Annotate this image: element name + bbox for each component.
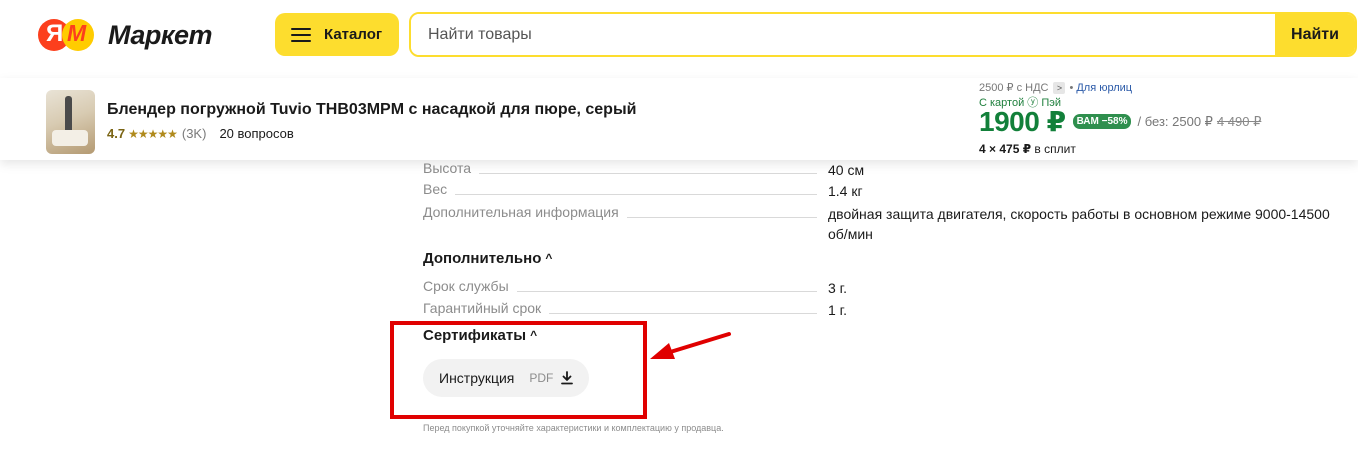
rating-value: 4.7 <box>107 126 126 141</box>
rating-row: 4.7 ★★★★★ (3K) 20 вопросов <box>107 126 294 141</box>
discount-badge: ВАМ −58% <box>1072 114 1132 129</box>
chevron-up-icon: ^ <box>545 250 553 265</box>
catalog-label: Каталог <box>324 26 383 43</box>
product-thumbnail[interactable] <box>46 90 95 154</box>
spec-leader-line <box>423 173 817 174</box>
vat-price: 2500 ₽ с НДС <box>979 82 1049 94</box>
spec-row-extra-info: Дополнительная информация двойная защита… <box>423 204 1333 244</box>
vat-price-line: 2500 ₽ с НДС > • Для юрлиц <box>979 81 1132 94</box>
spec-label: Гарантийный срок <box>423 300 550 316</box>
spec-value: 1.4 кг <box>828 183 863 199</box>
spec-row-height: Высота 40 см <box>423 160 1333 180</box>
yandex-market-logo[interactable]: Я М Маркет <box>38 17 213 53</box>
split-label: в сплит <box>1034 142 1076 156</box>
catalog-button[interactable]: Каталог <box>275 13 399 56</box>
spec-label: Дополнительная информация <box>423 204 627 220</box>
price-line: 1900 ₽ ВАМ −58% / без: 2500 ₽ 4 490 ₽ <box>979 105 1261 138</box>
search-bar: Найти <box>409 12 1357 57</box>
current-price: 1900 ₽ <box>979 106 1066 137</box>
spec-value: 1 г. <box>828 302 847 318</box>
logo-text: Маркет <box>108 19 213 50</box>
spec-row-weight: Вес 1.4 кг <box>423 181 1333 201</box>
spec-row-warranty: Гарантийный срок 1 г. <box>423 300 1333 320</box>
arrow-annotation-icon <box>650 332 731 359</box>
disclaimer-text: Перед покупкой уточняйте характеристики … <box>423 423 724 433</box>
section-additional-toggle[interactable]: Дополнительно ^ <box>423 250 552 267</box>
split-amount: 4 × 475 ₽ <box>979 142 1032 156</box>
questions-link[interactable]: 20 вопросов <box>219 126 293 141</box>
top-header: Я М Маркет Каталог Найти <box>0 0 1358 70</box>
logo-letter-ya: Я <box>46 20 64 47</box>
reviews-count[interactable]: (3K) <box>182 126 207 141</box>
search-input[interactable] <box>411 14 1275 55</box>
logo-letter-m: М <box>67 20 87 46</box>
spec-label: Вес <box>423 181 456 197</box>
spec-value: двойная защита двигателя, скорость работ… <box>828 206 1330 242</box>
split-payment[interactable]: 4 × 475 ₽ в сплит <box>979 142 1076 156</box>
logo-badge: Я М <box>38 18 100 52</box>
legal-entity-link[interactable]: Для юрлиц <box>1076 82 1132 94</box>
search-button[interactable]: Найти <box>1275 14 1355 55</box>
price-without-card: / без: 2500 ₽ <box>1137 113 1213 129</box>
old-price: 4 490 ₽ <box>1216 113 1262 129</box>
separator-dot: • <box>1069 81 1074 94</box>
spec-value: 3 г. <box>828 280 847 296</box>
highlight-box <box>390 321 647 419</box>
spec-label: Высота <box>423 160 480 176</box>
section-title: Дополнительно <box>423 250 542 267</box>
menu-icon <box>291 27 311 42</box>
rating-stars-icon: ★★★★★ <box>128 126 178 141</box>
product-title[interactable]: Блендер погружной Tuvio THB03MPM с насад… <box>107 101 636 119</box>
chevron-right-icon[interactable]: > <box>1053 81 1066 94</box>
spec-row-service-life: Срок службы 3 г. <box>423 278 1333 298</box>
spec-value: 40 см <box>828 162 865 178</box>
spec-leader-line <box>423 194 817 195</box>
spec-label: Срок службы <box>423 278 517 294</box>
